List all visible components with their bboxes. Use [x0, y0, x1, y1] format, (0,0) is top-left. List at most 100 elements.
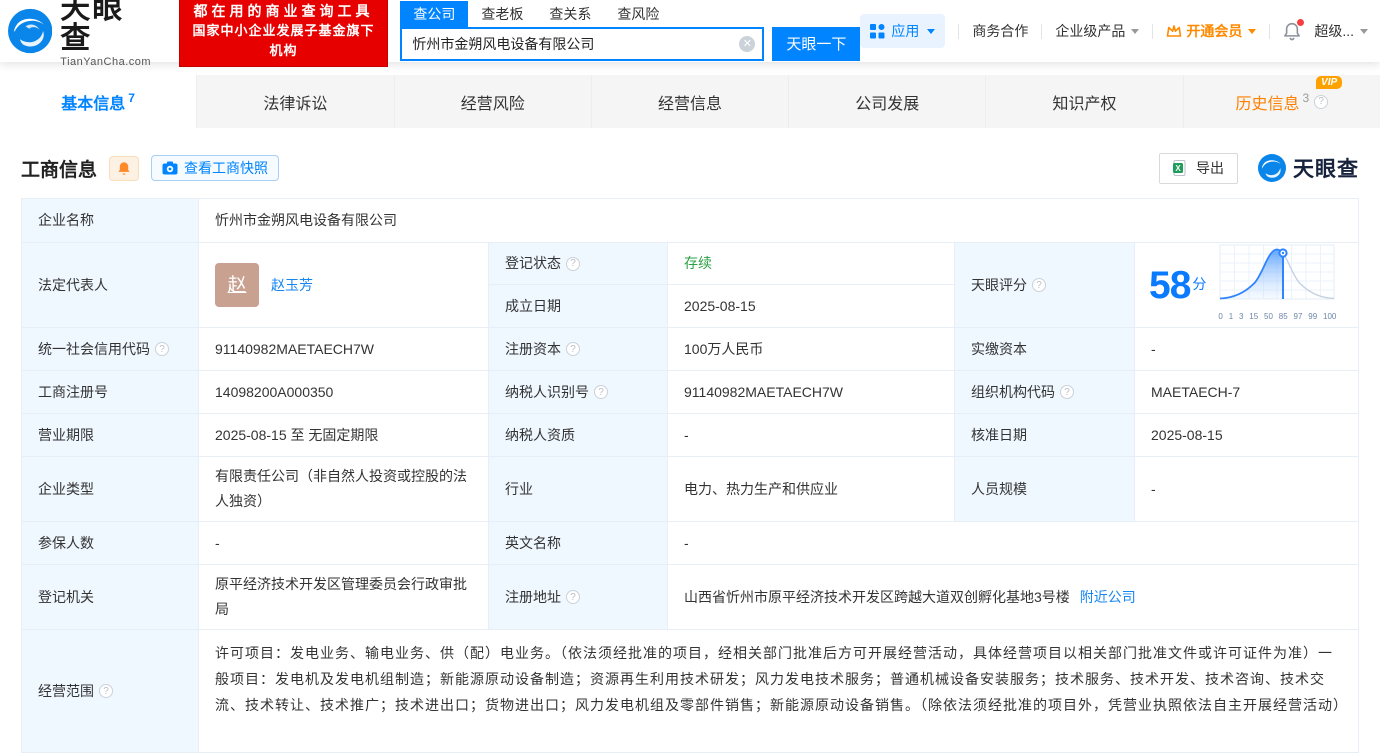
header-nav: 应用 商务合作 企业级产品 开通会员 超级... [860, 14, 1368, 48]
staff-size-value: - [1135, 457, 1359, 522]
search-tabs: 查公司 查老板 查关系 查风险 [400, 2, 860, 27]
org-code-value: MAETAECH-7 [1135, 371, 1359, 414]
search-box: 查公司 查老板 查关系 查风险 ✕ 天眼一下 [400, 2, 860, 61]
field-label: 成立日期 [489, 285, 668, 328]
logo-title: 天眼查 [60, 0, 152, 54]
notification-bell[interactable] [1283, 22, 1301, 41]
help-icon[interactable]: ? [594, 385, 608, 399]
nav-item-enterprise[interactable]: 企业级产品 [1055, 21, 1139, 41]
tab-count: 7 [128, 91, 135, 105]
notification-dot [1297, 19, 1304, 26]
credit-code-value: 91140982MAETAECH7W [199, 328, 489, 371]
field-label: 实缴资本 [955, 328, 1135, 371]
chevron-down-icon [1360, 29, 1368, 34]
help-icon[interactable]: ? [1314, 95, 1328, 109]
search-input[interactable] [400, 27, 764, 61]
tab-company-development[interactable]: 公司发展 [788, 75, 985, 128]
tianyancha-swirl-icon [8, 8, 52, 54]
field-label: 核准日期 [955, 414, 1135, 457]
apps-grid-icon [870, 24, 885, 39]
snapshot-button[interactable]: 查看工商快照 [151, 155, 279, 181]
divider [958, 24, 959, 39]
tab-operation-risk[interactable]: 经营风险 [394, 75, 591, 128]
tab-operation-info[interactable]: 经营信息 [591, 75, 788, 128]
field-label: 英文名称 [489, 522, 668, 565]
search-tab-risk[interactable]: 查风险 [604, 1, 672, 27]
tab-basic-info[interactable]: 基本信息 7 [0, 75, 196, 128]
promo-banner: 都在用的商业查询工具 国家中小企业发展子基金旗下机构 [179, 0, 389, 67]
company-type-value: 有限责任公司（非自然人投资或控股的法人独资） [199, 457, 489, 522]
search-tab-relation[interactable]: 查关系 [536, 1, 604, 27]
help-icon[interactable]: ? [566, 590, 580, 604]
business-info-table: 企业名称 忻州市金朔风电设备有限公司 法定代表人 赵 赵玉芳 登记状态? 存续 … [21, 198, 1359, 753]
search-clear-icon[interactable]: ✕ [739, 36, 755, 52]
divider [1269, 24, 1270, 39]
export-button[interactable]: X 导出 [1159, 153, 1238, 184]
search-button[interactable]: 天眼一下 [772, 27, 860, 61]
top-header: 天眼查 TianYanCha.com 都在用的商业查询工具 国家中小企业发展子基… [0, 0, 1380, 62]
establish-date-value: 2025-08-15 [668, 285, 955, 328]
field-label: 人员规模 [955, 457, 1135, 522]
tab-legal[interactable]: 法律诉讼 [196, 75, 393, 128]
avatar[interactable]: 赵 [215, 263, 259, 307]
apps-menu[interactable]: 应用 [860, 14, 945, 48]
brand-watermark: 天眼查 [1258, 153, 1359, 183]
business-scope-value: 许可项目：发电业务、输电业务、供（配）电业务。（依法须经批准的项目，经相关部门批… [199, 630, 1359, 753]
chevron-down-icon [1248, 29, 1256, 34]
legal-rep-cell: 赵 赵玉芳 [199, 243, 489, 328]
english-name-value: - [668, 522, 1359, 565]
reg-number-value: 14098200A000350 [199, 371, 489, 414]
industry-value: 电力、热力生产和供应业 [668, 457, 955, 522]
main-content: 工商信息 查看工商快照 X 导出 [0, 145, 1380, 753]
help-icon[interactable]: ? [1060, 385, 1074, 399]
tab-count: 3 [1302, 91, 1309, 105]
score-value: 58 [1149, 266, 1190, 305]
logo-subtitle: TianYanCha.com [60, 57, 152, 68]
tianyancha-swirl-icon [1258, 154, 1286, 182]
help-icon[interactable]: ? [155, 342, 169, 356]
nearby-companies-link[interactable]: 附近公司 [1080, 585, 1136, 610]
field-label: 组织机构代码? [955, 371, 1135, 414]
reg-status-value: 存续 [668, 243, 955, 285]
subscribe-bell-button[interactable] [109, 156, 139, 181]
vip-badge: VIP [1316, 76, 1342, 89]
legal-rep-link[interactable]: 赵玉芳 [271, 273, 313, 298]
chevron-down-icon [1131, 29, 1139, 34]
nav-item-user[interactable]: 超级... [1314, 21, 1368, 41]
bell-icon [117, 161, 131, 176]
field-label: 行业 [489, 457, 668, 522]
help-icon[interactable]: ? [99, 684, 113, 698]
field-label: 天眼评分? [955, 243, 1135, 328]
crown-icon [1166, 24, 1182, 38]
field-label: 注册资本? [489, 328, 668, 371]
field-label: 工商注册号 [22, 371, 199, 414]
tianyancha-logo[interactable]: 天眼查 TianYanCha.com [8, 0, 153, 68]
help-icon[interactable]: ? [566, 257, 580, 271]
nav-item-open-vip[interactable]: 开通会员 [1166, 21, 1256, 41]
company-name-value: 忻州市金朔风电设备有限公司 [199, 199, 1359, 243]
reg-address-cell: 山西省忻州市原平经济技术开发区跨越大道双创孵化基地3号楼 附近公司 [668, 565, 1359, 630]
field-label: 营业期限 [22, 414, 199, 457]
taxpayer-id-value: 91140982MAETAECH7W [668, 371, 955, 414]
reg-authority-value: 原平经济技术开发区管理委员会行政审批局 [199, 565, 489, 630]
help-icon[interactable]: ? [566, 342, 580, 356]
score-distribution-chart: 01 315 5085 9799 100 [1218, 241, 1336, 329]
tab-intellectual-property[interactable]: 知识产权 [985, 75, 1182, 128]
field-label: 企业类型 [22, 457, 199, 522]
reg-capital-value: 100万人民币 [668, 328, 955, 371]
tab-history-info[interactable]: 历史信息 3 ? VIP [1183, 75, 1380, 128]
apps-label: 应用 [891, 21, 919, 41]
search-tab-company[interactable]: 查公司 [400, 1, 468, 27]
field-label: 统一社会信用代码? [22, 328, 199, 371]
search-tab-boss[interactable]: 查老板 [468, 1, 536, 27]
help-icon[interactable]: ? [1032, 278, 1046, 292]
nav-item-cooperation[interactable]: 商务合作 [972, 21, 1028, 41]
field-label: 企业名称 [22, 199, 199, 243]
divider [1152, 24, 1153, 39]
reg-address-value: 山西省忻州市原平经济技术开发区跨越大道双创孵化基地3号楼 [684, 585, 1070, 610]
field-label: 登记状态? [489, 243, 668, 285]
field-label: 登记机关 [22, 565, 199, 630]
score-cell: 58 分 [1135, 243, 1359, 328]
section-header: 工商信息 查看工商快照 X 导出 [21, 145, 1359, 191]
score-unit: 分 [1192, 272, 1206, 297]
